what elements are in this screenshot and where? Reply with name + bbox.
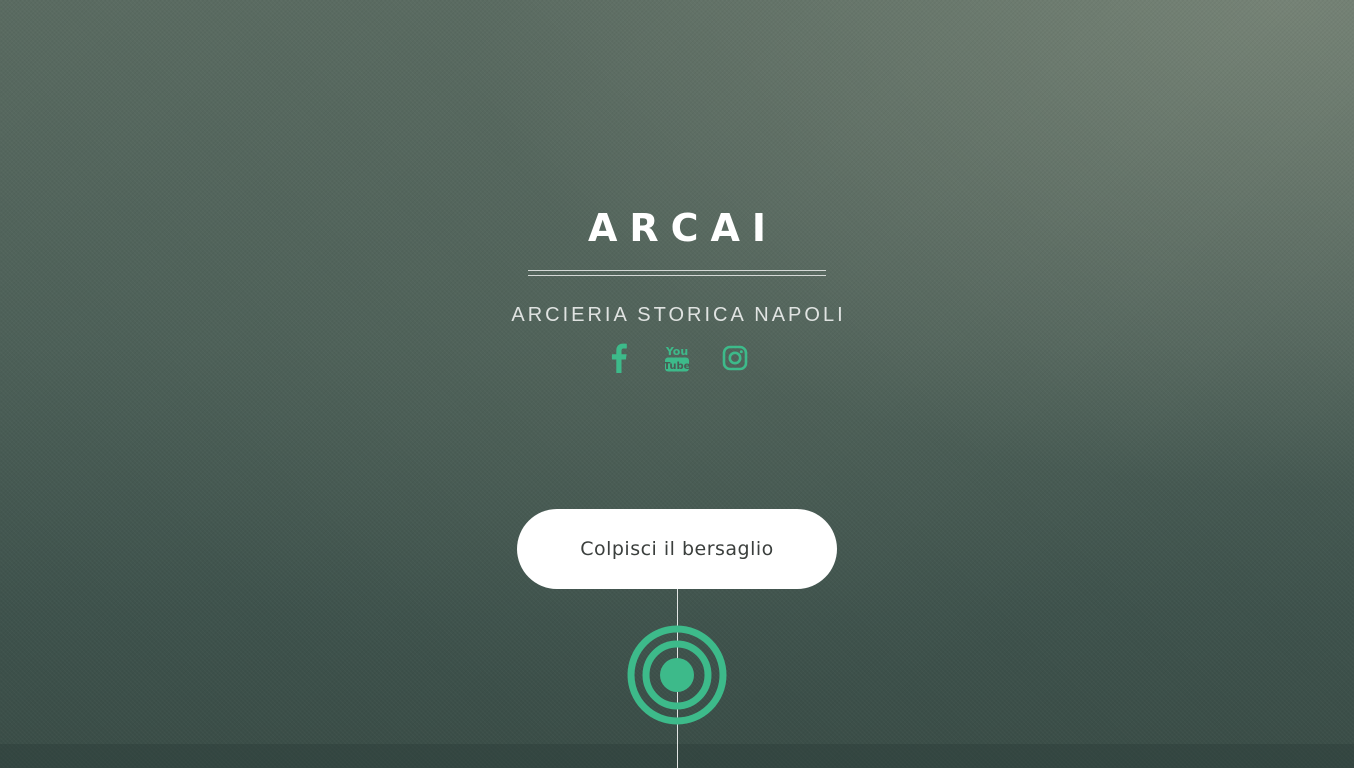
youtube-link[interactable]: You Tube: [663, 340, 691, 376]
instagram-icon: [722, 345, 748, 371]
social-links: You Tube: [0, 340, 1354, 376]
hit-target-button[interactable]: Colpisci il bersaglio: [517, 509, 837, 589]
target-icon[interactable]: [627, 625, 727, 725]
site-subtitle: ARCIERIA STORICA NAPOLI: [511, 304, 846, 326]
youtube-icon: You Tube: [664, 345, 690, 372]
title-divider-top: [528, 270, 826, 271]
site-title: ARCAI: [587, 206, 779, 250]
facebook-link[interactable]: [605, 340, 633, 376]
hero-section: ARCAI ARCIERIA STORICA NAPOLI You Tube C…: [0, 0, 1354, 768]
youtube-icon-text-top: You: [665, 345, 688, 358]
title-divider-bottom: [528, 275, 826, 276]
instagram-link[interactable]: [721, 340, 749, 376]
facebook-icon: [611, 343, 627, 373]
youtube-icon-text-bottom: Tube: [664, 361, 690, 372]
